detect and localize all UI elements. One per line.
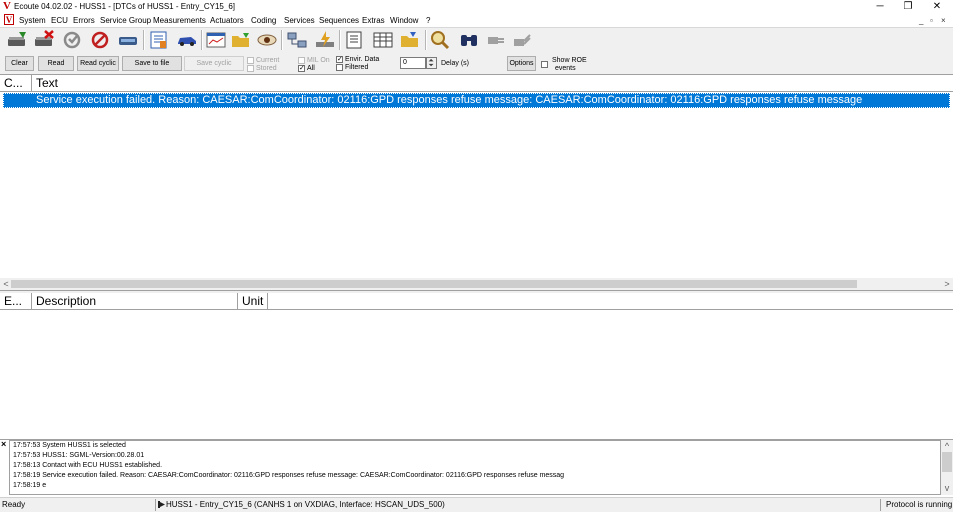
log-line: 17:57:53 HUSS1: SGML-Version:00.28.01 xyxy=(13,452,145,459)
toolbar-separator xyxy=(143,30,145,50)
scroll-right-button[interactable]: > xyxy=(942,278,952,290)
envir-data-checkbox[interactable]: ✓ xyxy=(336,56,343,63)
folder-export-icon[interactable] xyxy=(398,29,422,51)
toolbar-separator xyxy=(425,30,427,50)
log-line: 17:58:19 Service execution failed. Reaso… xyxy=(13,472,565,479)
menu-window[interactable]: Window xyxy=(390,16,418,25)
current-checkbox[interactable] xyxy=(247,57,254,64)
column-header-env[interactable]: E... xyxy=(0,293,32,310)
column-header-filler xyxy=(268,293,953,310)
table-icon[interactable] xyxy=(371,29,395,51)
column-header-code[interactable]: C... xyxy=(0,75,32,92)
show-roe-label-1: Show ROE xyxy=(552,57,587,64)
current-label: Current xyxy=(256,57,280,64)
network-icon[interactable] xyxy=(285,29,309,51)
restore-button[interactable]: ❐ xyxy=(894,0,922,13)
mdi-close-button[interactable]: × xyxy=(941,16,946,25)
log-scroll-down-button[interactable]: v xyxy=(942,482,952,494)
filtered-label: Filtered xyxy=(345,64,369,71)
disconnect-icon[interactable] xyxy=(32,29,56,51)
envir-data-label: Envir. Data xyxy=(345,56,380,63)
toolbar-separator xyxy=(201,30,203,50)
save-cyclic-button[interactable]: Save cyclic xyxy=(184,56,244,71)
all-label: All xyxy=(307,65,315,72)
status-protocol: Protocol is running xyxy=(886,500,953,509)
menu-extras[interactable]: Extras xyxy=(362,16,385,25)
flash-icon[interactable] xyxy=(313,29,337,51)
mdi-logo-icon[interactable]: V xyxy=(4,14,14,25)
close-button[interactable]: ✕ xyxy=(923,0,951,13)
menu-service-group[interactable]: Service Group xyxy=(100,16,151,25)
status-connection: HUSS1 - Entry_CY15_6 (CANHS 1 on VXDIAG,… xyxy=(166,500,445,509)
show-roe-label-2: events xyxy=(555,65,576,72)
car-icon[interactable] xyxy=(175,29,199,51)
mil-on-checkbox[interactable] xyxy=(298,57,305,64)
toolbar-separator xyxy=(281,30,283,50)
status-ready: Ready xyxy=(2,500,26,509)
column-header-description[interactable]: Description xyxy=(32,293,238,310)
binoculars-icon[interactable] xyxy=(457,29,481,51)
mil-on-label: MIL On xyxy=(307,57,330,64)
column-header-text[interactable]: Text xyxy=(32,75,953,92)
horizontal-scroll-thumb[interactable] xyxy=(11,280,857,288)
mdi-restore-button[interactable]: ▫ xyxy=(930,16,933,25)
delay-label: Delay (s) xyxy=(441,60,470,67)
menu-services[interactable]: Services xyxy=(284,16,315,25)
table-row[interactable]: Service execution failed. Reason: CAESAR… xyxy=(3,93,950,108)
chart-window-icon[interactable] xyxy=(204,29,228,51)
all-checkbox[interactable]: ✓ xyxy=(298,65,305,72)
no-connection-icon[interactable] xyxy=(88,29,112,51)
menu-actuators[interactable]: Actuators xyxy=(210,16,244,25)
document-list-icon[interactable] xyxy=(147,29,171,51)
clear-button[interactable]: Clear xyxy=(5,56,34,71)
scroll-left-button[interactable]: < xyxy=(1,278,11,290)
status-separator xyxy=(155,499,156,511)
log-scroll-up-button[interactable]: ^ xyxy=(942,440,952,452)
log-line: 17:58:19 e xyxy=(13,482,47,489)
window-title: Ecoute 04.02.02 - HUSS1 - [DTCs of HUSS1… xyxy=(14,2,235,11)
menu-sequences[interactable]: Sequences xyxy=(319,16,359,25)
delay-spinner[interactable] xyxy=(426,57,437,69)
status-bar xyxy=(0,497,953,512)
status-separator xyxy=(880,499,881,511)
document-icon[interactable] xyxy=(342,29,366,51)
magnifier-icon[interactable] xyxy=(428,29,452,51)
menu-coding[interactable]: Coding xyxy=(251,16,276,25)
menu-system[interactable]: System xyxy=(19,16,46,25)
log-line: 17:57:53 System HUSS1 is selected xyxy=(13,442,126,449)
eye-icon[interactable] xyxy=(255,29,279,51)
read-button[interactable]: Read xyxy=(38,56,74,71)
options-button[interactable]: Options xyxy=(507,56,536,71)
plug-out-icon[interactable] xyxy=(510,29,534,51)
read-cyclic-button[interactable]: Read cyclic xyxy=(77,56,119,71)
menu-measurements[interactable]: Measurements xyxy=(153,16,206,25)
toolbar-separator xyxy=(339,30,341,50)
stored-checkbox[interactable] xyxy=(247,65,254,72)
connect-icon[interactable] xyxy=(5,29,29,51)
connection-status-icon xyxy=(158,501,165,508)
stored-label: Stored xyxy=(256,65,277,72)
log-line: 17:58:13 Contact with ECU HUSS1 establis… xyxy=(13,462,163,469)
show-roe-checkbox[interactable] xyxy=(541,61,548,68)
app-logo: V xyxy=(3,0,11,12)
mdi-minimize-button[interactable]: _ xyxy=(919,16,923,25)
save-to-file-button[interactable]: Save to file xyxy=(122,56,182,71)
delay-input[interactable]: 0 xyxy=(400,57,426,69)
environment-data-table xyxy=(0,293,953,440)
ecu-device-icon[interactable] xyxy=(116,29,140,51)
log-close-icon[interactable]: × xyxy=(1,440,9,449)
plug-icon[interactable] xyxy=(484,29,508,51)
open-folder-icon[interactable] xyxy=(229,29,253,51)
minimize-button[interactable]: ─ xyxy=(866,0,894,13)
menu-ecu[interactable]: ECU xyxy=(51,16,68,25)
log-scroll-thumb[interactable] xyxy=(942,452,952,472)
menu-errors[interactable]: Errors xyxy=(73,16,95,25)
column-header-unit[interactable]: Unit xyxy=(238,293,268,310)
refresh-icon[interactable] xyxy=(60,29,84,51)
filtered-checkbox[interactable] xyxy=(336,64,343,71)
menu-help[interactable]: ? xyxy=(426,16,430,25)
